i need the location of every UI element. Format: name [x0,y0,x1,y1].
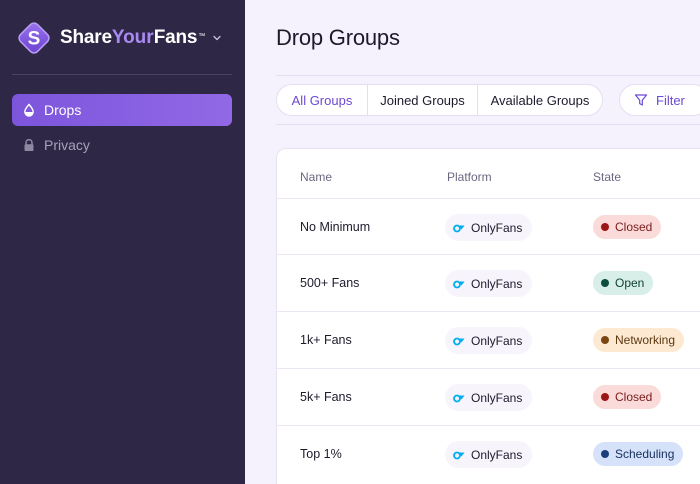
platform-label: OnlyFans [471,220,523,235]
platform-label: OnlyFans [471,333,523,348]
sidebar: S Share Your Fans ™ Drops Privacy [0,0,245,484]
platform-label: OnlyFans [471,390,523,405]
platform-badge: OnlyFans [445,327,533,354]
status-badge: Closed [593,385,662,409]
chevron-down-icon[interactable] [212,33,222,43]
logo-letter: S [28,29,41,50]
platform-label: OnlyFans [471,276,523,291]
group-name: No Minimum [300,220,371,234]
column-header-state[interactable]: State [593,170,621,184]
brand-trademark: ™ [198,32,206,40]
onlyfans-icon [453,451,465,459]
sidebar-divider [12,74,232,75]
platform-badge: OnlyFans [445,441,533,468]
sidebar-item-privacy[interactable]: Privacy [12,129,232,161]
platform-badge: OnlyFans [445,384,533,411]
status-dot [601,223,609,231]
onlyfans-icon [453,337,465,345]
platform-label: OnlyFans [471,447,523,462]
status-dot [601,336,609,344]
sidebar-item-label: Drops [44,102,82,118]
table-row[interactable]: 500+ Fans OnlyFans Open [277,254,700,311]
table-row[interactable]: Top 1% OnlyFans Scheduling [277,425,700,482]
column-header-name[interactable]: Name [300,170,332,184]
status-badge: Scheduling [593,442,684,466]
status-dot [601,279,609,287]
group-name: 500+ Fans [300,276,360,290]
status-label: Closed [615,390,653,404]
status-dot [601,393,609,401]
onlyfans-icon [453,224,465,232]
lock-icon [22,138,36,152]
drop-icon [22,103,36,117]
table-row[interactable]: No Minimum OnlyFans Closed [277,198,700,255]
status-badge: Closed [593,215,662,239]
logo-icon: S [18,22,50,54]
sidebar-item-drops[interactable]: Drops [12,94,232,126]
group-name: 1k+ Fans [300,333,352,347]
table-viewport: Name Platform State No Minimum OnlyFans … [245,0,700,484]
column-header-platform[interactable]: Platform [447,170,492,184]
table-row[interactable]: 1k+ Fans OnlyFans Networking [277,311,700,368]
status-label: Open [615,276,645,290]
status-dot [601,450,609,458]
platform-badge: OnlyFans [445,214,533,241]
brand-switcher[interactable]: S Share Your Fans ™ [14,19,222,57]
onlyfans-icon [453,280,465,288]
onlyfans-icon [453,394,465,402]
brand-name-part3: Fans [153,27,198,48]
brand-name-part2: Your [111,27,154,48]
group-name: Top 1% [300,447,342,461]
sidebar-item-label: Privacy [44,137,90,153]
status-label: Scheduling [615,447,675,461]
platform-badge: OnlyFans [445,270,533,297]
status-label: Networking [615,333,676,347]
brand-name-part1: Share [60,27,112,48]
status-label: Closed [615,220,653,234]
status-badge: Networking [593,328,685,352]
group-name: 5k+ Fans [300,390,352,404]
table-row[interactable]: 5k+ Fans OnlyFans Closed [277,368,700,425]
status-badge: Open [593,271,654,295]
